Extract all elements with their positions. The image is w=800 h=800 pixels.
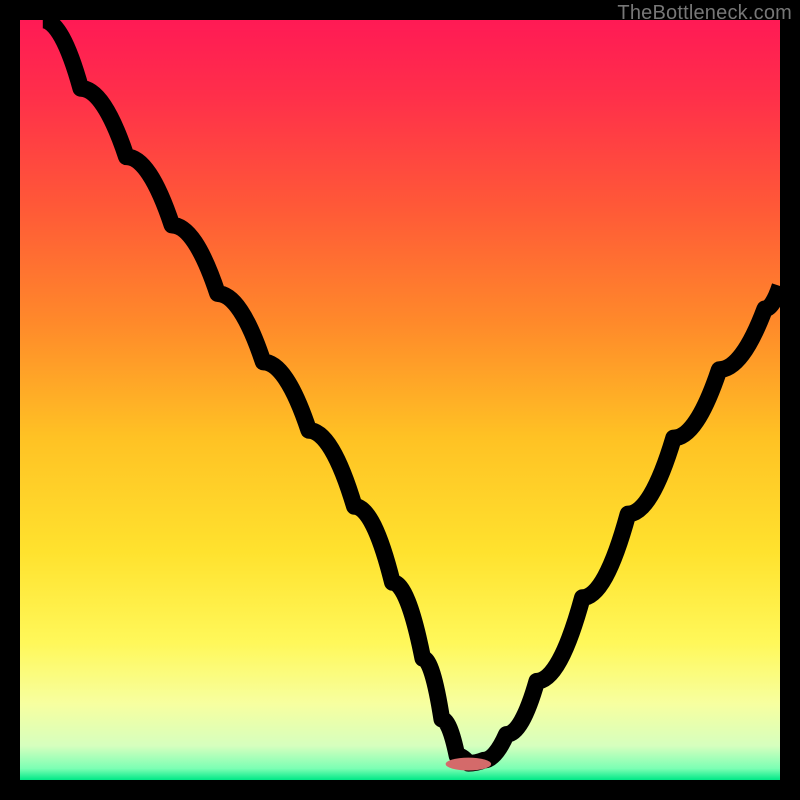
bottleneck-chart [20,20,780,780]
watermark-text: TheBottleneck.com [617,2,792,25]
gradient-background [20,20,780,780]
optimal-point-marker [446,758,492,771]
